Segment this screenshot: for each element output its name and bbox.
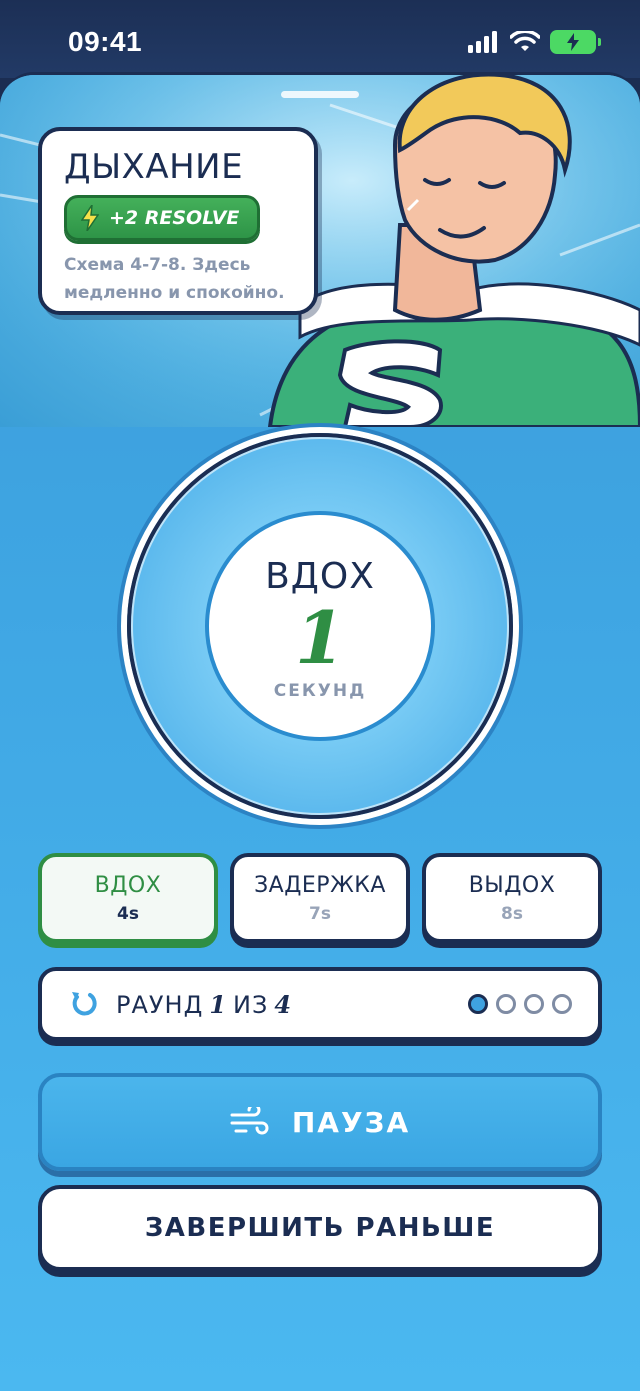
- phase-card-duration: 8s: [501, 903, 523, 924]
- finish-early-button[interactable]: ЗАВЕРШИТЬ РАНЬШЕ: [38, 1185, 602, 1271]
- exercise-info-bubble: ДЫХАНИЕ +2 RESOLVE Схема 4-7-8. Здесь ме…: [38, 127, 318, 315]
- phase-card-inhale: ВДОХ 4s: [38, 853, 218, 943]
- seconds-unit: СЕКУНД: [273, 680, 367, 701]
- battery-charging-icon: [550, 30, 601, 54]
- round-dots: [468, 994, 572, 1014]
- wifi-icon: [510, 31, 540, 51]
- seconds-count: 1: [294, 594, 346, 680]
- signal-icon: [468, 31, 497, 53]
- reward-badge: +2 RESOLVE: [64, 195, 261, 241]
- round-progress: РАУНД 1 ИЗ 4: [38, 967, 602, 1041]
- status-bar: 09:41: [0, 0, 640, 78]
- round-dot: [552, 994, 572, 1014]
- finish-early-label: ЗАВЕРШИТЬ РАНЬШЕ: [144, 1213, 496, 1243]
- current-phase-label: ВДОХ: [265, 555, 375, 597]
- phase-cards: ВДОХ 4s ЗАДЕРЖКА 7s ВЫДОХ 8s: [38, 853, 602, 947]
- exercise-sheet: ДЫХАНИЕ +2 RESOLVE Схема 4-7-8. Здесь ме…: [0, 72, 640, 1391]
- breathing-timer: ВДОХ 1 СЕКУНД: [205, 511, 435, 741]
- round-dot: [524, 994, 544, 1014]
- exercise-description: Схема 4-7-8. Здесь медленно и спокойно.: [64, 255, 285, 303]
- round-dot: [468, 994, 488, 1014]
- reward-label: +2 RESOLVE: [109, 207, 240, 229]
- phase-card-duration: 4s: [117, 903, 139, 924]
- breathing-circle: ВДОХ 1 СЕКУНД: [127, 433, 513, 819]
- phase-card-exhale: ВЫДОХ 8s: [422, 853, 602, 943]
- round-dot: [496, 994, 516, 1014]
- pause-label: ПАУЗА: [291, 1105, 411, 1139]
- sheet-drag-handle[interactable]: [281, 91, 359, 98]
- round-prefix: РАУНД: [116, 990, 204, 1019]
- phase-card-name: ВДОХ: [94, 872, 162, 898]
- phase-card-duration: 7s: [309, 903, 331, 924]
- wind-icon: [230, 1107, 269, 1135]
- status-time: 09:41: [68, 26, 143, 57]
- phase-card-name: ЗАДЕРЖКА: [254, 872, 386, 898]
- round-total: 4: [274, 989, 293, 1019]
- round-counter: РАУНД 1 ИЗ 4: [116, 990, 292, 1019]
- status-icons: [468, 30, 601, 54]
- exercise-title: ДЫХАНИЕ: [64, 147, 244, 187]
- phase-card-hold: ЗАДЕРЖКА 7s: [230, 853, 410, 943]
- round-current: 1: [209, 989, 228, 1019]
- lightning-icon: [81, 205, 99, 231]
- repeat-icon: [72, 992, 97, 1016]
- phase-card-name: ВЫДОХ: [468, 872, 556, 898]
- round-separator: ИЗ: [233, 990, 269, 1019]
- pause-button[interactable]: ПАУЗА: [38, 1073, 602, 1171]
